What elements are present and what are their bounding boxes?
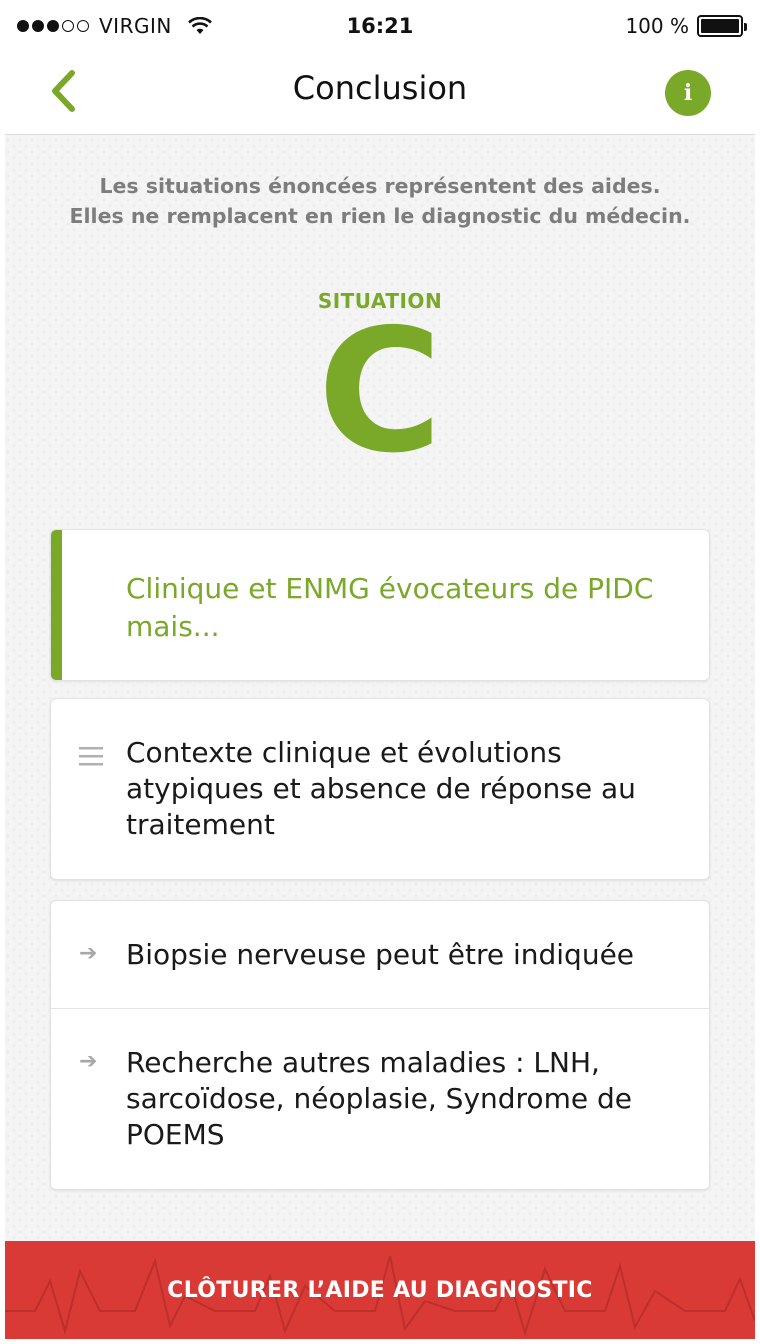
action-item: ➔ Biopsie nerveuse peut être indiquée bbox=[51, 901, 709, 1009]
arrow-right-icon: ➔ bbox=[79, 1049, 98, 1074]
action-text: Biopsie nerveuse peut être indiquée bbox=[126, 938, 635, 971]
page-title: Conclusion bbox=[292, 69, 468, 107]
conclusion-heading-card: Clinique et ENMG évocateurs de PIDC mais… bbox=[50, 529, 710, 681]
action-item: ➔ Recherche autres maladies : LNH, sarco… bbox=[51, 1009, 709, 1189]
context-text: Contexte clinique et évolutions atypique… bbox=[126, 736, 636, 841]
conclusion-heading: Clinique et ENMG évocateurs de PIDC mais… bbox=[126, 572, 654, 643]
actions-card: ➔ Biopsie nerveuse peut être indiquée ➔ … bbox=[50, 900, 710, 1190]
context-card: Contexte clinique et évolutions atypique… bbox=[50, 698, 710, 880]
close-diagnostic-button[interactable]: CLÔTURER L’AIDE AU DIAGNOSTIC bbox=[5, 1241, 755, 1339]
navigation-bar: Conclusion i bbox=[5, 47, 755, 135]
situation-letter: C bbox=[317, 293, 443, 491]
arrow-right-icon: ➔ bbox=[79, 941, 98, 966]
info-icon: i bbox=[683, 80, 693, 106]
action-text: Recherche autres maladies : LNH, sarcoïd… bbox=[126, 1046, 632, 1151]
disclaimer: Les situations énoncées représentent des… bbox=[5, 171, 755, 231]
close-diagnostic-label: CLÔTURER L’AIDE AU DIAGNOSTIC bbox=[167, 1277, 593, 1303]
battery-icon bbox=[697, 15, 747, 37]
disclaimer-line: Elles ne remplacent en rien le diagnosti… bbox=[69, 204, 691, 228]
disclaimer-line: Les situations énoncées représentent des… bbox=[99, 174, 661, 198]
card-accent-bar bbox=[51, 530, 62, 680]
status-bar: VIRGIN 16:21 100 % bbox=[5, 5, 755, 47]
status-right: 100 % bbox=[625, 14, 747, 38]
battery-level bbox=[701, 19, 739, 33]
info-button[interactable]: i bbox=[665, 70, 711, 116]
paragraph-lines-icon bbox=[79, 747, 103, 766]
battery-percent: 100 % bbox=[625, 14, 689, 38]
app-screen: VIRGIN 16:21 100 % Conclusion i Les situ bbox=[5, 5, 755, 1339]
